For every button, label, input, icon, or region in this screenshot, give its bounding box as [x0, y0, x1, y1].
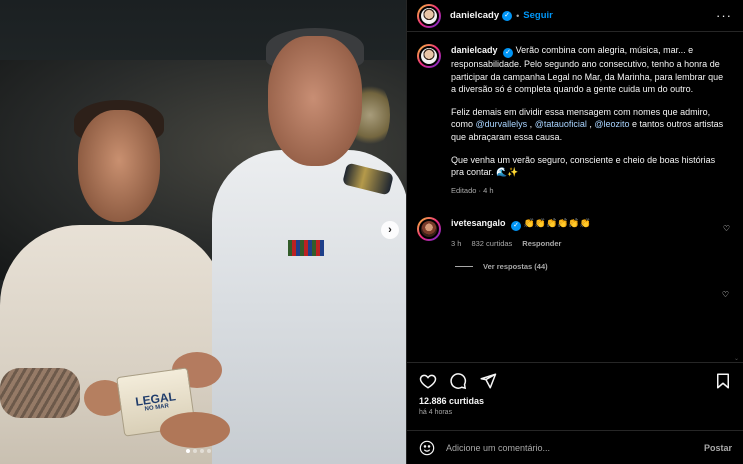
replies-line	[455, 265, 473, 267]
emoji-icon[interactable]	[419, 440, 435, 456]
officer-face	[268, 36, 362, 166]
comments-section[interactable]: danielcady ✓ Verão combina com alegria, …	[407, 44, 743, 354]
share-icon[interactable]	[479, 372, 497, 390]
post-sidebar: danielcady ✓ • Seguir ··· danielcady ✓ V…	[406, 0, 743, 464]
caption-username[interactable]: danielcady	[451, 45, 498, 55]
verified-icon: ✓	[502, 10, 513, 21]
man-face	[78, 110, 160, 222]
comment-time: 3 h	[451, 238, 462, 248]
save-icon[interactable]	[714, 372, 732, 390]
comment-input[interactable]	[446, 442, 704, 453]
caption-paragraph-2: Feliz demais em dividir essa mensagem co…	[451, 106, 730, 144]
post-time: há 4 horas	[419, 409, 453, 416]
carousel-dots	[186, 449, 211, 453]
avatar[interactable]	[417, 216, 441, 241]
heart-icon[interactable]	[419, 372, 437, 390]
follow-button[interactable]: Seguir	[523, 10, 553, 21]
carousel-dot	[193, 449, 197, 453]
caption-paragraph-3: Que venha um verão seguro, consciente e …	[451, 154, 716, 178]
naval-officer-uniform	[212, 150, 406, 464]
comment-composer: Postar	[407, 430, 743, 464]
comment-body: 👏👏👏👏👏👏	[523, 217, 591, 228]
comment-heart-icon[interactable]: ♡	[723, 224, 730, 233]
comment-likes[interactable]: 832 curtidas	[471, 239, 512, 248]
carousel-dot	[186, 449, 190, 453]
medal-ribbons	[288, 240, 324, 256]
caption-text-part: ,	[527, 119, 535, 130]
likes-count[interactable]: 12.886 curtidas	[419, 396, 484, 406]
post-photo[interactable]: LEGAL NO MAR ›	[0, 0, 406, 464]
comment-meta: 3 h 832 curtidas Responder	[451, 239, 730, 248]
carousel-dot	[200, 449, 204, 453]
caption-text: danielcady ✓ Verão combina com alegria, …	[451, 44, 730, 96]
avatar[interactable]	[417, 44, 441, 68]
mention-link[interactable]: @tatauoficial	[535, 119, 587, 129]
comment-username[interactable]: ivetesangalo	[451, 218, 506, 228]
verified-icon: ✓	[511, 220, 522, 231]
more-icon[interactable]: ···	[716, 8, 732, 23]
comment-text: ivetesangalo ✓ 👏👏👏👏👏👏	[451, 217, 730, 231]
instagram-post-modal: LEGAL NO MAR › danielcady ✓ • Seguir ···	[0, 0, 743, 464]
post-button[interactable]: Postar	[704, 443, 732, 453]
comment-heart-icon[interactable]: ♡	[722, 290, 729, 299]
header-username[interactable]: danielcady	[450, 10, 499, 21]
view-replies-button[interactable]: Ver respostas (44)	[455, 262, 730, 271]
mention-link[interactable]: @durvallelys	[476, 119, 528, 129]
arm-tattoo	[0, 368, 80, 418]
comment-icon[interactable]	[449, 372, 467, 390]
view-replies-label: Ver respostas (44)	[483, 261, 548, 271]
separator: •	[516, 10, 520, 21]
verified-icon: ✓	[503, 48, 514, 58]
caption-meta: Editado · 4 h	[451, 185, 494, 195]
reply-button[interactable]: Responder	[522, 239, 561, 248]
action-bar	[407, 362, 743, 392]
next-arrow-icon[interactable]: ›	[381, 221, 399, 239]
caption-row: danielcady ✓ Verão combina com alegria, …	[417, 44, 730, 195]
comment-item: ivetesangalo ✓ 👏👏👏👏👏👏 3 h 832 curtidas R…	[417, 216, 730, 248]
hand	[160, 412, 230, 448]
mention-link[interactable]: @leozito	[594, 119, 629, 129]
scroll-indicator[interactable]: ⌄	[734, 355, 739, 362]
post-header: danielcady ✓ • Seguir ···	[407, 0, 743, 32]
avatar[interactable]	[417, 3, 441, 28]
carousel-dot	[207, 449, 211, 453]
